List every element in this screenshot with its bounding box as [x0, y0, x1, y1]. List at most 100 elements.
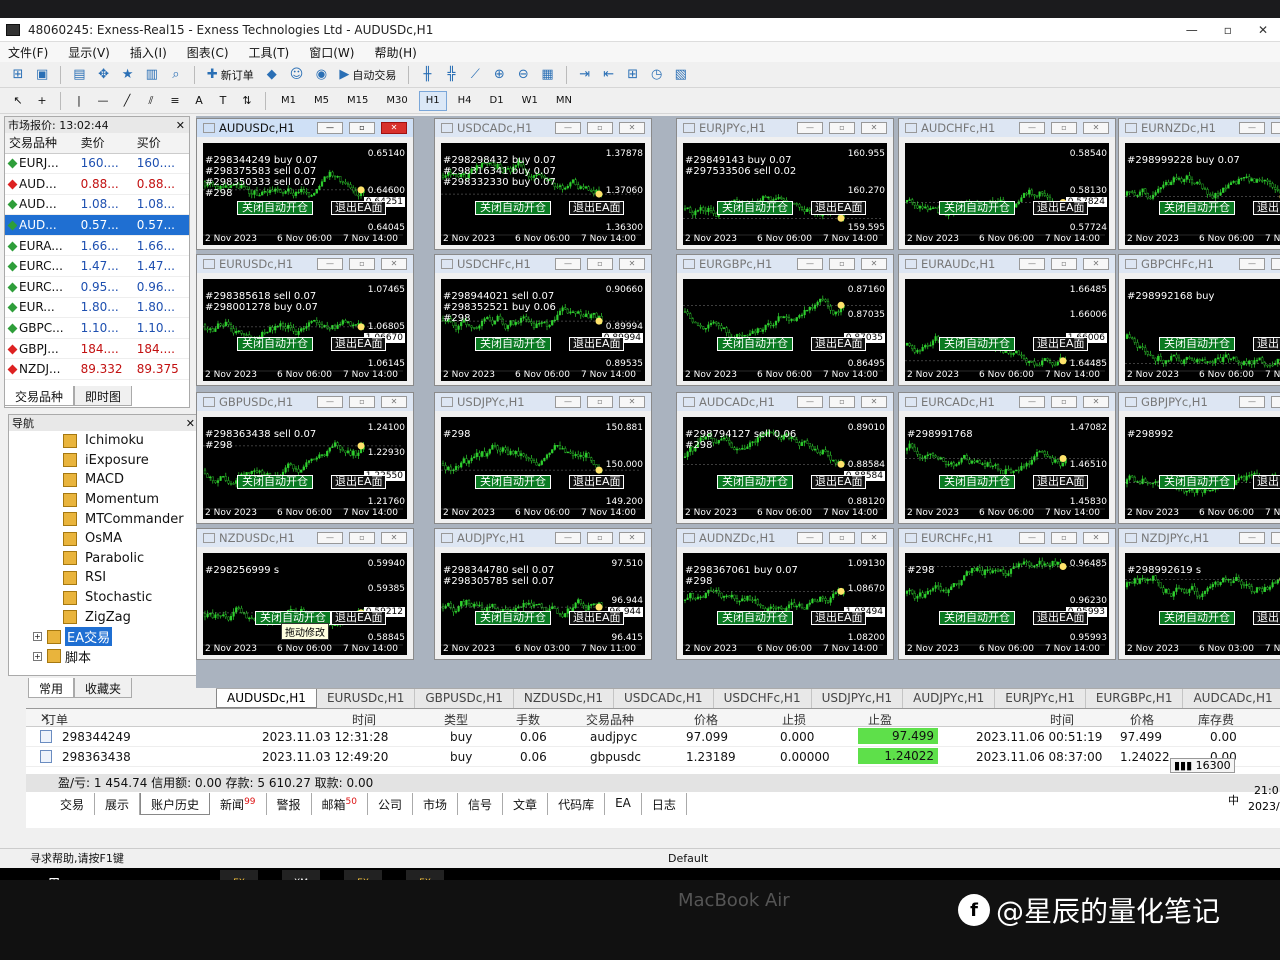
close-icon[interactable]: ✕	[176, 119, 185, 132]
chart-plot[interactable]: 0.964850.962300.959930.95993#298关闭自动开仓退出…	[905, 553, 1109, 655]
market-watch-row[interactable]: EURC... 1.47... 1.47...	[5, 255, 189, 278]
terminal-toggle[interactable]: ▥	[142, 65, 162, 85]
close-chart-button[interactable]: ✕	[619, 532, 645, 544]
chart-window-titlebar[interactable]: EURUSDc,H1 — ▫ ✕	[197, 255, 413, 273]
minimize-chart-button[interactable]: —	[1019, 258, 1045, 270]
exit-ea-panel-button[interactable]: 退出EA面	[331, 201, 387, 215]
chart-plot[interactable]: #298992168 buy 关闭自动开仓 退出EA面 2 Nov 2023 6 Nov…	[1125, 279, 1280, 381]
exit-ea-panel-button[interactable]: 退出EA面	[1033, 475, 1089, 489]
col-tp[interactable]: 止盈	[868, 711, 892, 728]
chart-tab[interactable]: USDCHFc,H1	[714, 689, 812, 708]
close-auto-open-button[interactable]: 关闭自动开仓	[939, 337, 1015, 351]
chart-plot[interactable]: #298992619 s 关闭自动开仓 退出EA面 2 Nov 2023 6 Nov 0…	[1125, 553, 1280, 655]
tab-news[interactable]: 新闻99	[210, 793, 267, 815]
maximize-chart-button[interactable]: ▫	[587, 532, 613, 544]
minimize-chart-button[interactable]: —	[555, 532, 581, 544]
chart-tab[interactable]: AUDJPYc,H1	[903, 689, 996, 708]
col-swap[interactable]: 库存费	[1198, 711, 1234, 728]
chart-window[interactable]: GBPUSDc,H1 —▫✕ 1.241001.229301.225501.21…	[196, 392, 414, 524]
col-time-current[interactable]: 时间	[1050, 711, 1074, 728]
chart-window-titlebar[interactable]: NZDUSDc,H1 — ▫ ✕	[197, 529, 413, 547]
chart-tab[interactable]: USDJPYc,H1	[812, 689, 904, 708]
tf-h4[interactable]: H4	[451, 91, 479, 111]
navigator-indicator-item[interactable]: Parabolic	[9, 549, 199, 569]
minimize-chart-button[interactable]: —	[555, 396, 581, 408]
chart-plot[interactable]: 1.801.79#298999228 buy 0.07关闭自动开仓退出EA面2 …	[1125, 143, 1280, 245]
exit-ea-panel-button[interactable]: 退出EA面	[331, 475, 387, 489]
col-order[interactable]: 订单	[44, 711, 68, 728]
close-chart-button[interactable]: ✕	[1083, 122, 1109, 134]
exit-ea-panel-button[interactable]: 退出EA面	[569, 201, 625, 215]
chart-plot[interactable]: 1.241001.229301.225501.217601.22550#2983…	[203, 417, 407, 519]
close-auto-open-button[interactable]: 关闭自动开仓	[237, 201, 313, 215]
signals-button[interactable]: ◉	[311, 65, 331, 85]
col-price[interactable]: 价格	[694, 711, 718, 728]
close-chart-button[interactable]: ✕	[619, 396, 645, 408]
close-auto-open-button[interactable]: 关闭自动开仓	[717, 475, 793, 489]
exit-ea-panel-button[interactable]: 退出EA面	[569, 337, 625, 351]
periods-button[interactable]: ◷	[647, 65, 667, 85]
chart-window-titlebar[interactable]: GBPUSDc,H1 — ▫ ✕	[197, 393, 413, 411]
chart-window[interactable]: EURAUDc,H1 —▫✕ 1.664851.660061.654851.64…	[898, 254, 1116, 386]
navigator-group-scripts[interactable]: + 脚本	[9, 647, 199, 667]
chart-window[interactable]: EURJPYc,H1 — ▫ ✕ 160.955 160.270 159.595 #298…	[676, 118, 894, 250]
close-chart-button[interactable]: ✕	[861, 396, 887, 408]
minimize-chart-button[interactable]: —	[797, 532, 823, 544]
close-chart-button[interactable]: ✕	[619, 122, 645, 134]
tab-market[interactable]: 市场	[413, 793, 459, 815]
navigator-indicator-item[interactable]: OsMA	[9, 529, 199, 549]
market-watch-row[interactable]: AUD... 0.57... 0.57...	[5, 214, 189, 236]
chart-tab[interactable]: GBPUSDc,H1	[415, 689, 514, 708]
chart-window-titlebar[interactable]: USDCHFc,H1 — ▫ ✕	[435, 255, 651, 273]
navigator-indicator-item[interactable]: RSI	[9, 568, 199, 588]
chart-window-titlebar[interactable]: USDCADc,H1 — ▫ ✕	[435, 119, 651, 137]
horizontal-line-button[interactable]: —	[93, 91, 113, 111]
maximize-chart-button[interactable]: ▫	[349, 532, 375, 544]
chart-tab[interactable]: EURJPYc,H1	[995, 689, 1086, 708]
zoom-out-button[interactable]: ⊖	[513, 65, 533, 85]
navigator-indicator-item[interactable]: MACD	[9, 470, 199, 490]
col-time[interactable]: 时间	[352, 711, 376, 728]
chart-window-titlebar[interactable]: AUDJPYc,H1 — ▫ ✕	[435, 529, 651, 547]
minimize-chart-button[interactable]: —	[317, 396, 343, 408]
chart-plot[interactable]: 1.37878 1.37060 1.36300 #298298432 buy 0.07…	[441, 143, 645, 245]
navigator-group-experts[interactable]: + EA交易	[9, 627, 199, 647]
tf-m15[interactable]: M15	[340, 91, 375, 111]
arrows-button[interactable]: ⇅	[237, 91, 257, 111]
maximize-chart-button[interactable]: ▫	[1051, 396, 1077, 408]
chart-window[interactable]: EURGBPc,H1 —▫✕ 0.871600.870350.868250.86…	[676, 254, 894, 386]
chart-window-titlebar[interactable]: EURCADc,H1 — ▫ ✕	[899, 393, 1115, 411]
close-auto-open-button[interactable]: 关闭自动开仓	[1159, 611, 1235, 625]
cursor-button[interactable]: ↖	[8, 91, 28, 111]
minimize-chart-button[interactable]: —	[1019, 122, 1045, 134]
exit-ea-panel-button[interactable]: 退出EA面	[1253, 337, 1280, 351]
navigator-indicator-item[interactable]: ZigZag	[9, 607, 199, 627]
maximize-chart-button[interactable]: ▫	[1271, 532, 1280, 544]
close-auto-open-button[interactable]: 关闭自动开仓	[1159, 201, 1235, 215]
maximize-chart-button[interactable]: ▫	[829, 122, 855, 134]
order-row[interactable]: 298344249 2023.11.03 12:31:28 buy 0.06 audjp…	[26, 727, 1280, 747]
close-auto-open-button[interactable]: 关闭自动开仓	[1159, 337, 1235, 351]
tab-tick-chart[interactable]: 即时图	[74, 386, 133, 406]
col-symbol[interactable]: 交易品种	[586, 711, 634, 728]
close-chart-button[interactable]: ✕	[1083, 532, 1109, 544]
menu-charts[interactable]: 图表(C)	[187, 44, 229, 61]
fibo-button[interactable]: ≡	[165, 91, 185, 111]
tf-w1[interactable]: W1	[515, 91, 545, 111]
exit-ea-panel-button[interactable]: 退出EA面	[811, 201, 867, 215]
close-chart-button[interactable]: ✕	[861, 532, 887, 544]
market-watch-row[interactable]: EURC... 0.95... 0.96...	[5, 276, 189, 298]
chart-window[interactable]: EURCADc,H1 — ▫ ✕ 1.47082 1.46510 1.45830 #298…	[898, 392, 1116, 524]
exit-ea-panel-button[interactable]: 退出EA面	[811, 337, 867, 351]
zoom-in-button[interactable]: ⊕	[489, 65, 509, 85]
exit-ea-panel-button[interactable]: 退出EA面	[811, 611, 867, 625]
chart-tab[interactable]: AUDCADc,H1	[1183, 689, 1280, 708]
crosshair-button[interactable]: +	[32, 91, 52, 111]
chart-plot[interactable]: 150.881 150.000 149.200 #298 关闭自动开仓 退出EA面 2 No…	[441, 417, 645, 519]
chart-window-titlebar[interactable]: AUDNZDc,H1 — ▫ ✕	[677, 529, 893, 547]
navigator-indicator-item[interactable]: MTCommander	[9, 509, 199, 529]
close-chart-button[interactable]: ✕	[1083, 396, 1109, 408]
minimize-chart-button[interactable]: —	[317, 532, 343, 544]
chart-window-titlebar[interactable]: GBPCHFc,H1 —▫✕	[1119, 255, 1280, 273]
tf-m30[interactable]: M30	[379, 91, 414, 111]
